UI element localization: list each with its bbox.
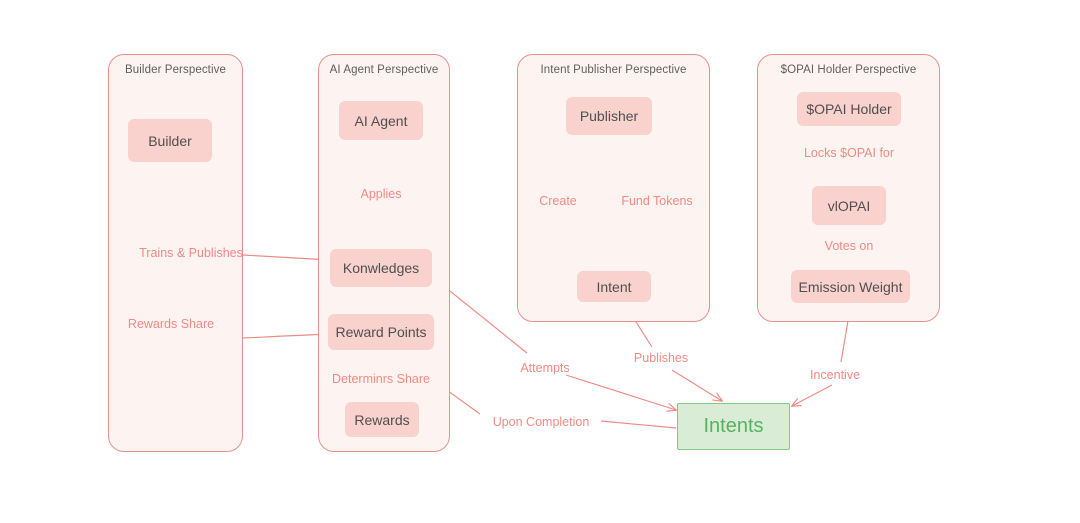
- flowchart-canvas: Builder Perspective Builder AI Agent Per…: [0, 0, 1080, 523]
- edge-publishes-to-intents: [671, 369, 722, 401]
- edge-label-trains-publishes: Trains & Publishes: [139, 246, 243, 260]
- node-reward-points[interactable]: Reward Points: [328, 314, 434, 350]
- node-label-intents: Intents: [703, 415, 764, 437]
- edge-incentive-to-intents: [792, 384, 833, 406]
- edge-label-incentive: Incentive: [809, 368, 861, 382]
- node-publisher[interactable]: Publisher: [566, 97, 652, 135]
- cluster-title-builder: Builder Perspective: [125, 64, 226, 76]
- node-builder[interactable]: Builder: [128, 119, 212, 162]
- cluster-title-aiagent: AI Agent Perspective: [329, 64, 439, 76]
- edge-label-determinrs-share: Determinrs Share: [332, 372, 430, 386]
- edge-intents-to-uponcompletion: [600, 420, 677, 429]
- node-rewards[interactable]: Rewards: [345, 402, 419, 437]
- node-label-knowledges: Konwledges: [342, 260, 420, 276]
- node-label-intent: Intent: [596, 278, 632, 295]
- edge-trains-to-knowledges: [242, 255, 330, 260]
- edge-label-create: Create: [539, 194, 577, 208]
- node-label-builder: Builder: [148, 132, 192, 149]
- node-label-reward-points: Reward Points: [335, 324, 427, 340]
- node-ai-agent[interactable]: AI Agent: [339, 101, 423, 140]
- node-label-publisher: Publisher: [579, 108, 639, 124]
- edge-label-fund-tokens: Fund Tokens: [621, 194, 693, 208]
- node-label-vlopai: vlOPAI: [827, 197, 871, 214]
- edge-label-applies: Applies: [360, 187, 402, 201]
- node-label-opai-holder: $OPAI Holder: [806, 101, 892, 117]
- node-label-emission-weight: Emission Weight: [798, 278, 903, 295]
- node-intents[interactable]: Intents: [677, 403, 790, 450]
- node-intent[interactable]: Intent: [577, 271, 651, 302]
- edge-attempts-to-intents: [565, 374, 676, 410]
- node-emission-weight[interactable]: Emission Weight: [791, 270, 910, 303]
- node-label-ai-agent: AI Agent: [354, 112, 408, 129]
- node-label-rewards: Rewards: [354, 411, 410, 428]
- edge-label-votes-on: Votes on: [824, 239, 874, 253]
- node-opai-holder[interactable]: $OPAI Holder: [797, 92, 901, 126]
- cluster-title-publisher: Intent Publisher Perspective: [540, 64, 687, 76]
- edge-label-upon-completion: Upon Completion: [492, 415, 590, 429]
- edge-label-attempts: Attempts: [520, 361, 570, 375]
- node-vlopai[interactable]: vlOPAI: [812, 186, 886, 225]
- cluster-title-holder: $OPAI Holder Perspective: [780, 64, 917, 76]
- node-knowledges[interactable]: Konwledges: [330, 249, 432, 287]
- edge-label-locks-opai-for: Locks $OPAI for: [803, 146, 895, 160]
- edge-label-rewards-share: Rewards Share: [127, 317, 215, 331]
- edge-label-publishes: Publishes: [633, 351, 689, 365]
